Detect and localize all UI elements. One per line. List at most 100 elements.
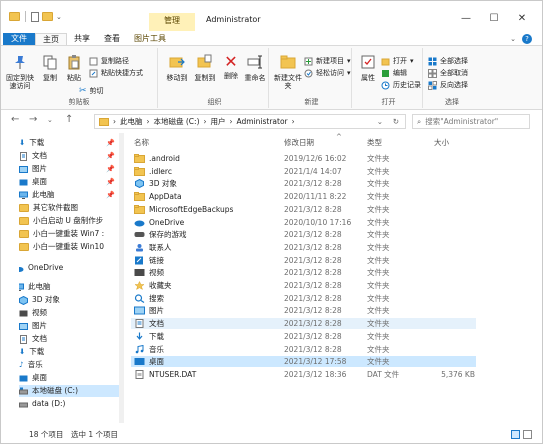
table-row[interactable]: NTUSER.DAT 2021/3/12 18:36 DAT 文件 5,376 KB: [131, 369, 476, 380]
edit-button[interactable]: 编辑: [381, 68, 407, 78]
nav-item-this-pc-pinned[interactable]: 此电脑 📌: [19, 189, 119, 201]
table-row[interactable]: 图片 2021/3/12 8:28 文件夹: [131, 305, 476, 316]
navigation-scrollbar[interactable]: [119, 133, 124, 423]
properties-button[interactable]: 属性: [357, 54, 379, 82]
nav-item-onedrive[interactable]: OneDrive: [19, 262, 115, 274]
address-bar[interactable]: › 此电脑 › 本地磁盘 (C:) › 用户 › Administrator ›…: [94, 114, 406, 129]
table-row[interactable]: 搜索 2021/3/12 8:28 文件夹: [131, 293, 476, 304]
open-button[interactable]: 打开 ▾: [381, 56, 414, 66]
close-button[interactable]: ✕: [509, 13, 535, 27]
select-all-button[interactable]: 全部选择: [428, 56, 468, 66]
tab-share[interactable]: 共享: [67, 33, 97, 45]
tab-home[interactable]: 主页: [35, 33, 67, 45]
nav-item-this-pc[interactable]: 此电脑: [19, 281, 115, 293]
table-row[interactable]: 收藏夹 2021/3/12 8:28 文件夹: [131, 280, 476, 291]
nav-item-downloads[interactable]: ⬇ 下载 📌: [19, 137, 119, 149]
nav-item-music[interactable]: ♪ 音乐: [19, 359, 119, 371]
nav-item-folder[interactable]: 小白一键重装 Win10: [19, 241, 119, 253]
file-type: 文件夹: [367, 293, 390, 303]
column-header-date[interactable]: 修改日期: [284, 137, 314, 148]
nav-item-videos[interactable]: 视频: [19, 307, 119, 319]
up-arrow-icon[interactable]: ↑: [65, 114, 73, 125]
new-folder-button[interactable]: 新建文件夹: [274, 54, 302, 90]
history-button[interactable]: 历史记录: [381, 80, 421, 90]
minimize-button[interactable]: —: [453, 13, 479, 27]
large-icons-view-icon[interactable]: [523, 430, 532, 439]
forward-arrow-icon[interactable]: →: [29, 114, 37, 125]
invert-selection-button[interactable]: 反向选择: [428, 80, 468, 90]
nav-item-folder[interactable]: 小白一键重装 Win7 :: [19, 228, 119, 240]
copy-to-button[interactable]: 复制到: [193, 54, 217, 82]
rename-label: 重命名: [244, 74, 266, 82]
address-dropdown-icon[interactable]: ⌄: [377, 117, 383, 126]
column-header-type[interactable]: 类型: [367, 137, 382, 148]
table-row[interactable]: 保存的游戏 2021/3/12 8:28 文件夹: [131, 229, 476, 240]
easy-access-button[interactable]: 轻松访问 ▾: [304, 68, 351, 78]
search-input[interactable]: ⌕ 搜索"Administrator": [412, 114, 530, 129]
new-item-button[interactable]: 新建项目 ▾: [304, 56, 351, 66]
tab-file[interactable]: 文件: [3, 33, 35, 45]
nav-item-3d-objects[interactable]: 3D 对象: [19, 294, 119, 306]
column-header-name[interactable]: 名称: [134, 137, 149, 148]
table-row[interactable]: 链接 2021/3/12 8:28 文件夹: [131, 255, 476, 266]
nav-item-downloads-pc[interactable]: ⬇ 下载: [19, 346, 119, 358]
table-row[interactable]: 下载 2021/3/12 8:28 文件夹: [131, 331, 476, 342]
nav-item-documents[interactable]: 文档 📌: [19, 150, 119, 162]
file-date: 2021/1/4 14:07: [284, 166, 342, 176]
nav-item-local-disk[interactable]: 本地磁盘 (C:): [19, 385, 119, 397]
file-date: 2021/3/12 8:28: [284, 204, 342, 214]
nav-item-documents-pc[interactable]: 文档: [19, 333, 119, 345]
table-row[interactable]: 文档 2021/3/12 8:28 文件夹: [131, 318, 476, 330]
nav-item-label: 下载: [29, 138, 45, 147]
details-view-icon[interactable]: [511, 430, 520, 439]
table-row[interactable]: AppData 2020/11/11 8:22 文件夹: [131, 191, 476, 202]
move-to-button[interactable]: 移动到: [165, 54, 189, 82]
table-row[interactable]: .android 2019/12/6 16:02 文件夹: [131, 153, 476, 164]
breadcrumb-separator: ›: [203, 117, 207, 126]
tab-picture-tools[interactable]: 图片工具: [127, 33, 173, 45]
table-row[interactable]: 视频 2021/3/12 8:28 文件夹: [131, 267, 476, 278]
refresh-icon[interactable]: ↻: [393, 117, 399, 126]
nav-item-pictures[interactable]: 图片 📌: [19, 163, 119, 175]
help-icon[interactable]: ?: [522, 34, 532, 44]
new-folder-icon[interactable]: [42, 12, 53, 21]
table-row[interactable]: 桌面 2021/3/12 17:58 文件夹: [131, 356, 476, 368]
nav-item-folder[interactable]: 小白启动 U 盘制作步: [19, 215, 119, 227]
delete-button[interactable]: ✕ 删除: [221, 54, 241, 81]
properties-icon[interactable]: [31, 11, 39, 22]
table-row[interactable]: 音乐 2021/3/12 8:28 文件夹: [131, 344, 476, 355]
customize-dropdown-icon[interactable]: ⌄: [56, 13, 62, 21]
breadcrumb-this-pc[interactable]: 此电脑: [120, 116, 143, 127]
nav-item-desktop-pc[interactable]: 桌面: [19, 372, 119, 384]
collapse-ribbon-icon[interactable]: ⌄: [510, 35, 516, 43]
cut-button[interactable]: ✂ 剪切: [79, 86, 104, 96]
column-header-size[interactable]: 大小: [434, 137, 449, 148]
select-none-button[interactable]: 全部取消: [428, 68, 468, 78]
paste-shortcut-button[interactable]: 粘贴快捷方式: [89, 68, 143, 78]
pin-quick-access-button[interactable]: 固定到快速访问: [3, 54, 37, 90]
breadcrumb-local-disk[interactable]: 本地磁盘 (C:): [154, 116, 200, 127]
selected-count: 选中 1 个项目: [71, 430, 119, 439]
nav-item-pictures-pc[interactable]: 图片: [19, 320, 119, 332]
table-row[interactable]: 联系人 2021/3/12 8:28 文件夹: [131, 242, 476, 253]
breadcrumb-administrator[interactable]: Administrator: [237, 117, 288, 126]
rename-button[interactable]: 重命名: [243, 54, 267, 82]
table-row[interactable]: 3D 对象 2021/3/12 8:28 文件夹: [131, 178, 476, 189]
back-arrow-icon[interactable]: ←: [11, 114, 19, 125]
copy-button[interactable]: 复制: [39, 54, 61, 82]
tab-view[interactable]: 查看: [97, 33, 127, 45]
file-type: 文件夹: [367, 192, 390, 202]
table-row[interactable]: OneDrive 2020/10/10 17:16 文件夹: [131, 217, 476, 228]
nav-item-data-drive[interactable]: data (D:): [19, 398, 119, 410]
maximize-button[interactable]: ☐: [481, 13, 507, 27]
paste-button[interactable]: 粘贴: [63, 54, 85, 82]
copy-path-button[interactable]: 复制路径: [89, 56, 129, 66]
recent-locations-icon[interactable]: ⌄: [47, 116, 53, 124]
select-none-icon: [428, 68, 437, 78]
breadcrumb-users[interactable]: 用户: [211, 116, 226, 127]
context-tab-manage[interactable]: 管理: [149, 13, 195, 31]
nav-item-desktop[interactable]: 桌面 📌: [19, 176, 119, 188]
table-row[interactable]: .idlerc 2021/1/4 14:07 文件夹: [131, 166, 476, 177]
nav-item-folder[interactable]: 其它软件截图: [19, 202, 119, 214]
table-row[interactable]: MicrosoftEdgeBackups 2021/3/12 8:28 文件夹: [131, 204, 476, 215]
